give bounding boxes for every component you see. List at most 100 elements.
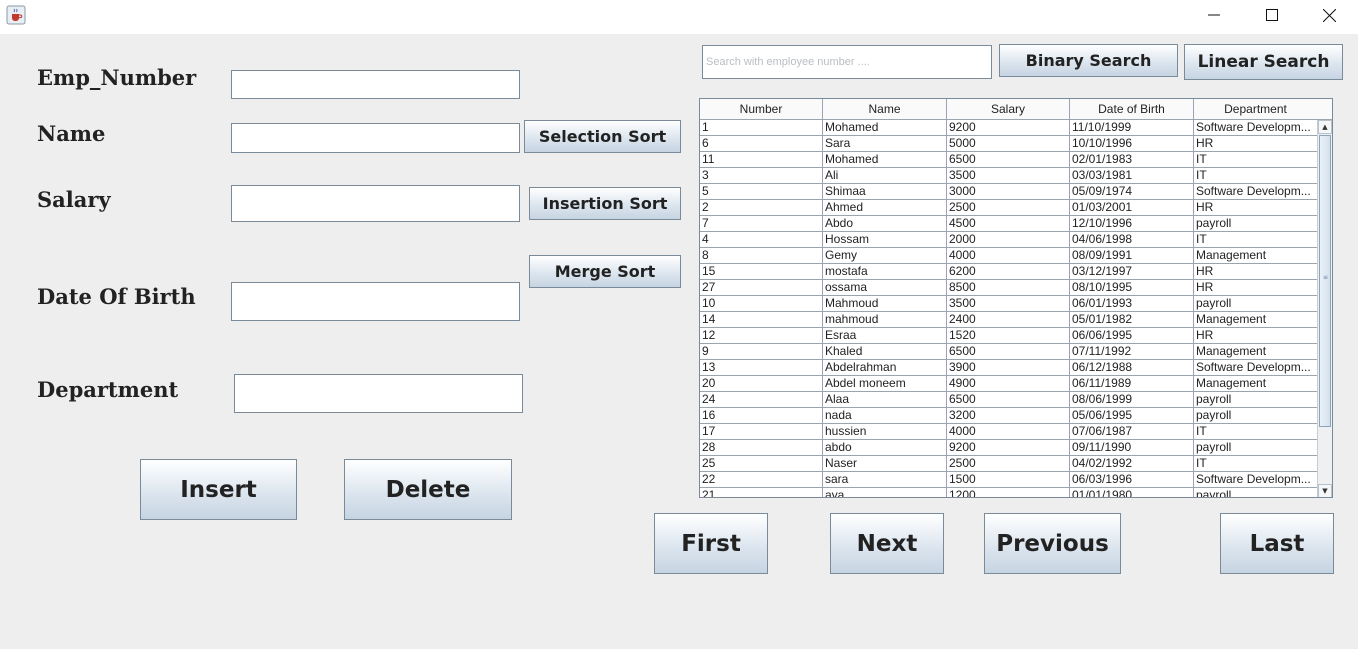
table-cell[interactable]: payroll bbox=[1194, 296, 1318, 311]
table-cell[interactable]: Naser bbox=[823, 456, 947, 471]
table-cell[interactable]: 1500 bbox=[947, 472, 1070, 487]
first-button[interactable]: First bbox=[654, 513, 768, 574]
delete-button[interactable]: Delete bbox=[344, 459, 512, 520]
table-row[interactable]: 14 mahmoud 2400 05/01/1982 Management bbox=[700, 312, 1318, 328]
table-cell[interactable]: 06/03/1996 bbox=[1070, 472, 1194, 487]
table-cell[interactable]: 07/11/1992 bbox=[1070, 344, 1194, 359]
table-cell[interactable]: abdo bbox=[823, 440, 947, 455]
table-cell[interactable]: HR bbox=[1194, 328, 1318, 343]
table-cell[interactable]: Shimaa bbox=[823, 184, 947, 199]
column-header-number[interactable]: Number bbox=[700, 99, 823, 119]
table-cell[interactable]: Management bbox=[1194, 248, 1318, 263]
emp-number-field[interactable] bbox=[231, 70, 520, 99]
table-cell[interactable]: Ahmed bbox=[823, 200, 947, 215]
table-cell[interactable]: Abdel moneem bbox=[823, 376, 947, 391]
table-row[interactable]: 2 Ahmed 2500 01/03/2001 HR bbox=[700, 200, 1318, 216]
table-cell[interactable]: 25 bbox=[700, 456, 823, 471]
table-cell[interactable]: Software Developm... bbox=[1194, 184, 1318, 199]
table-cell[interactable]: 4500 bbox=[947, 216, 1070, 231]
table-cell[interactable]: 06/12/1988 bbox=[1070, 360, 1194, 375]
table-cell[interactable]: sara bbox=[823, 472, 947, 487]
table-cell[interactable]: 2500 bbox=[947, 200, 1070, 215]
table-cell[interactable]: 12 bbox=[700, 328, 823, 343]
name-field[interactable] bbox=[231, 123, 520, 153]
table-row[interactable]: 15 mostafa 6200 03/12/1997 HR bbox=[700, 264, 1318, 280]
table-cell[interactable]: 2 bbox=[700, 200, 823, 215]
table-cell[interactable]: 06/06/1995 bbox=[1070, 328, 1194, 343]
table-cell[interactable]: 3200 bbox=[947, 408, 1070, 423]
table-cell[interactable]: HR bbox=[1194, 264, 1318, 279]
search-input[interactable] bbox=[702, 45, 992, 79]
insert-button[interactable]: Insert bbox=[140, 459, 297, 520]
table-vertical-scrollbar[interactable]: ▲ ≡ ▼ bbox=[1317, 120, 1332, 497]
table-cell[interactable]: 3 bbox=[700, 168, 823, 183]
table-cell[interactable]: Abdelrahman bbox=[823, 360, 947, 375]
table-cell[interactable]: Sara bbox=[823, 136, 947, 151]
table-cell[interactable]: 24 bbox=[700, 392, 823, 407]
table-row[interactable]: 3 Ali 3500 03/03/1981 IT bbox=[700, 168, 1318, 184]
table-cell[interactable]: 22 bbox=[700, 472, 823, 487]
table-cell[interactable]: Alaa bbox=[823, 392, 947, 407]
table-row[interactable]: 20 Abdel moneem 4900 06/11/1989 Management bbox=[700, 376, 1318, 392]
table-cell[interactable]: 20 bbox=[700, 376, 823, 391]
scroll-up-arrow-icon[interactable]: ▲ bbox=[1318, 120, 1332, 134]
table-cell[interactable]: IT bbox=[1194, 424, 1318, 439]
table-cell[interactable]: Software Developm... bbox=[1194, 472, 1318, 487]
table-cell[interactable]: 2000 bbox=[947, 232, 1070, 247]
binary-search-button[interactable]: Binary Search bbox=[999, 44, 1178, 77]
table-row[interactable]: 16 nada 3200 05/06/1995 payroll bbox=[700, 408, 1318, 424]
table-cell[interactable]: 04/06/1998 bbox=[1070, 232, 1194, 247]
table-row[interactable]: 6 Sara 5000 10/10/1996 HR bbox=[700, 136, 1318, 152]
table-cell[interactable]: IT bbox=[1194, 168, 1318, 183]
table-cell[interactable]: HR bbox=[1194, 136, 1318, 151]
scroll-down-arrow-icon[interactable]: ▼ bbox=[1318, 484, 1332, 497]
table-cell[interactable]: Management bbox=[1194, 344, 1318, 359]
table-cell[interactable]: 9 bbox=[700, 344, 823, 359]
table-cell[interactable]: Mahmoud bbox=[823, 296, 947, 311]
table-cell[interactable]: 3500 bbox=[947, 296, 1070, 311]
table-cell[interactable]: 13 bbox=[700, 360, 823, 375]
table-row[interactable]: 24 Alaa 6500 08/06/1999 payroll bbox=[700, 392, 1318, 408]
table-cell[interactable]: 05/01/1982 bbox=[1070, 312, 1194, 327]
table-row[interactable]: 21 aya 1200 01/01/1980 payroll bbox=[700, 488, 1318, 497]
table-cell[interactable]: payroll bbox=[1194, 440, 1318, 455]
table-cell[interactable]: Hossam bbox=[823, 232, 947, 247]
table-cell[interactable]: 06/11/1989 bbox=[1070, 376, 1194, 391]
table-row[interactable]: 9 Khaled 6500 07/11/1992 Management bbox=[700, 344, 1318, 360]
scrollbar-thumb[interactable]: ≡ bbox=[1319, 135, 1331, 427]
last-button[interactable]: Last bbox=[1220, 513, 1334, 574]
table-cell[interactable]: nada bbox=[823, 408, 947, 423]
table-cell[interactable]: 4000 bbox=[947, 248, 1070, 263]
table-cell[interactable]: 15 bbox=[700, 264, 823, 279]
minimize-button[interactable] bbox=[1185, 0, 1243, 30]
table-cell[interactable]: IT bbox=[1194, 456, 1318, 471]
table-row[interactable]: 1 Mohamed 9200 11/10/1999 Software Developm.… bbox=[700, 120, 1318, 136]
table-cell[interactable]: 21 bbox=[700, 488, 823, 497]
table-cell[interactable]: 08/09/1991 bbox=[1070, 248, 1194, 263]
table-cell[interactable]: 9200 bbox=[947, 440, 1070, 455]
table-cell[interactable]: payroll bbox=[1194, 488, 1318, 497]
date-of-birth-field[interactable] bbox=[231, 282, 520, 321]
table-cell[interactable]: 01/01/1980 bbox=[1070, 488, 1194, 497]
table-row[interactable]: 5 Shimaa 3000 05/09/1974 Software Developm..… bbox=[700, 184, 1318, 200]
table-row[interactable]: 27 ossama 8500 08/10/1995 HR bbox=[700, 280, 1318, 296]
previous-button[interactable]: Previous bbox=[984, 513, 1121, 574]
table-cell[interactable]: 9200 bbox=[947, 120, 1070, 135]
next-button[interactable]: Next bbox=[830, 513, 944, 574]
table-cell[interactable]: payroll bbox=[1194, 392, 1318, 407]
table-cell[interactable]: 3500 bbox=[947, 168, 1070, 183]
table-cell[interactable]: 03/03/1981 bbox=[1070, 168, 1194, 183]
column-header-salary[interactable]: Salary bbox=[947, 99, 1070, 119]
table-cell[interactable]: 8500 bbox=[947, 280, 1070, 295]
table-cell[interactable]: 6500 bbox=[947, 152, 1070, 167]
table-cell[interactable]: 2500 bbox=[947, 456, 1070, 471]
table-cell[interactable]: 3900 bbox=[947, 360, 1070, 375]
department-field[interactable] bbox=[234, 374, 523, 413]
table-cell[interactable]: 1 bbox=[700, 120, 823, 135]
table-cell[interactable]: 10 bbox=[700, 296, 823, 311]
table-cell[interactable]: 4000 bbox=[947, 424, 1070, 439]
table-row[interactable]: 4 Hossam 2000 04/06/1998 IT bbox=[700, 232, 1318, 248]
table-cell[interactable]: payroll bbox=[1194, 216, 1318, 231]
table-row[interactable]: 10 Mahmoud 3500 06/01/1993 payroll bbox=[700, 296, 1318, 312]
table-row[interactable]: 7 Abdo 4500 12/10/1996 payroll bbox=[700, 216, 1318, 232]
